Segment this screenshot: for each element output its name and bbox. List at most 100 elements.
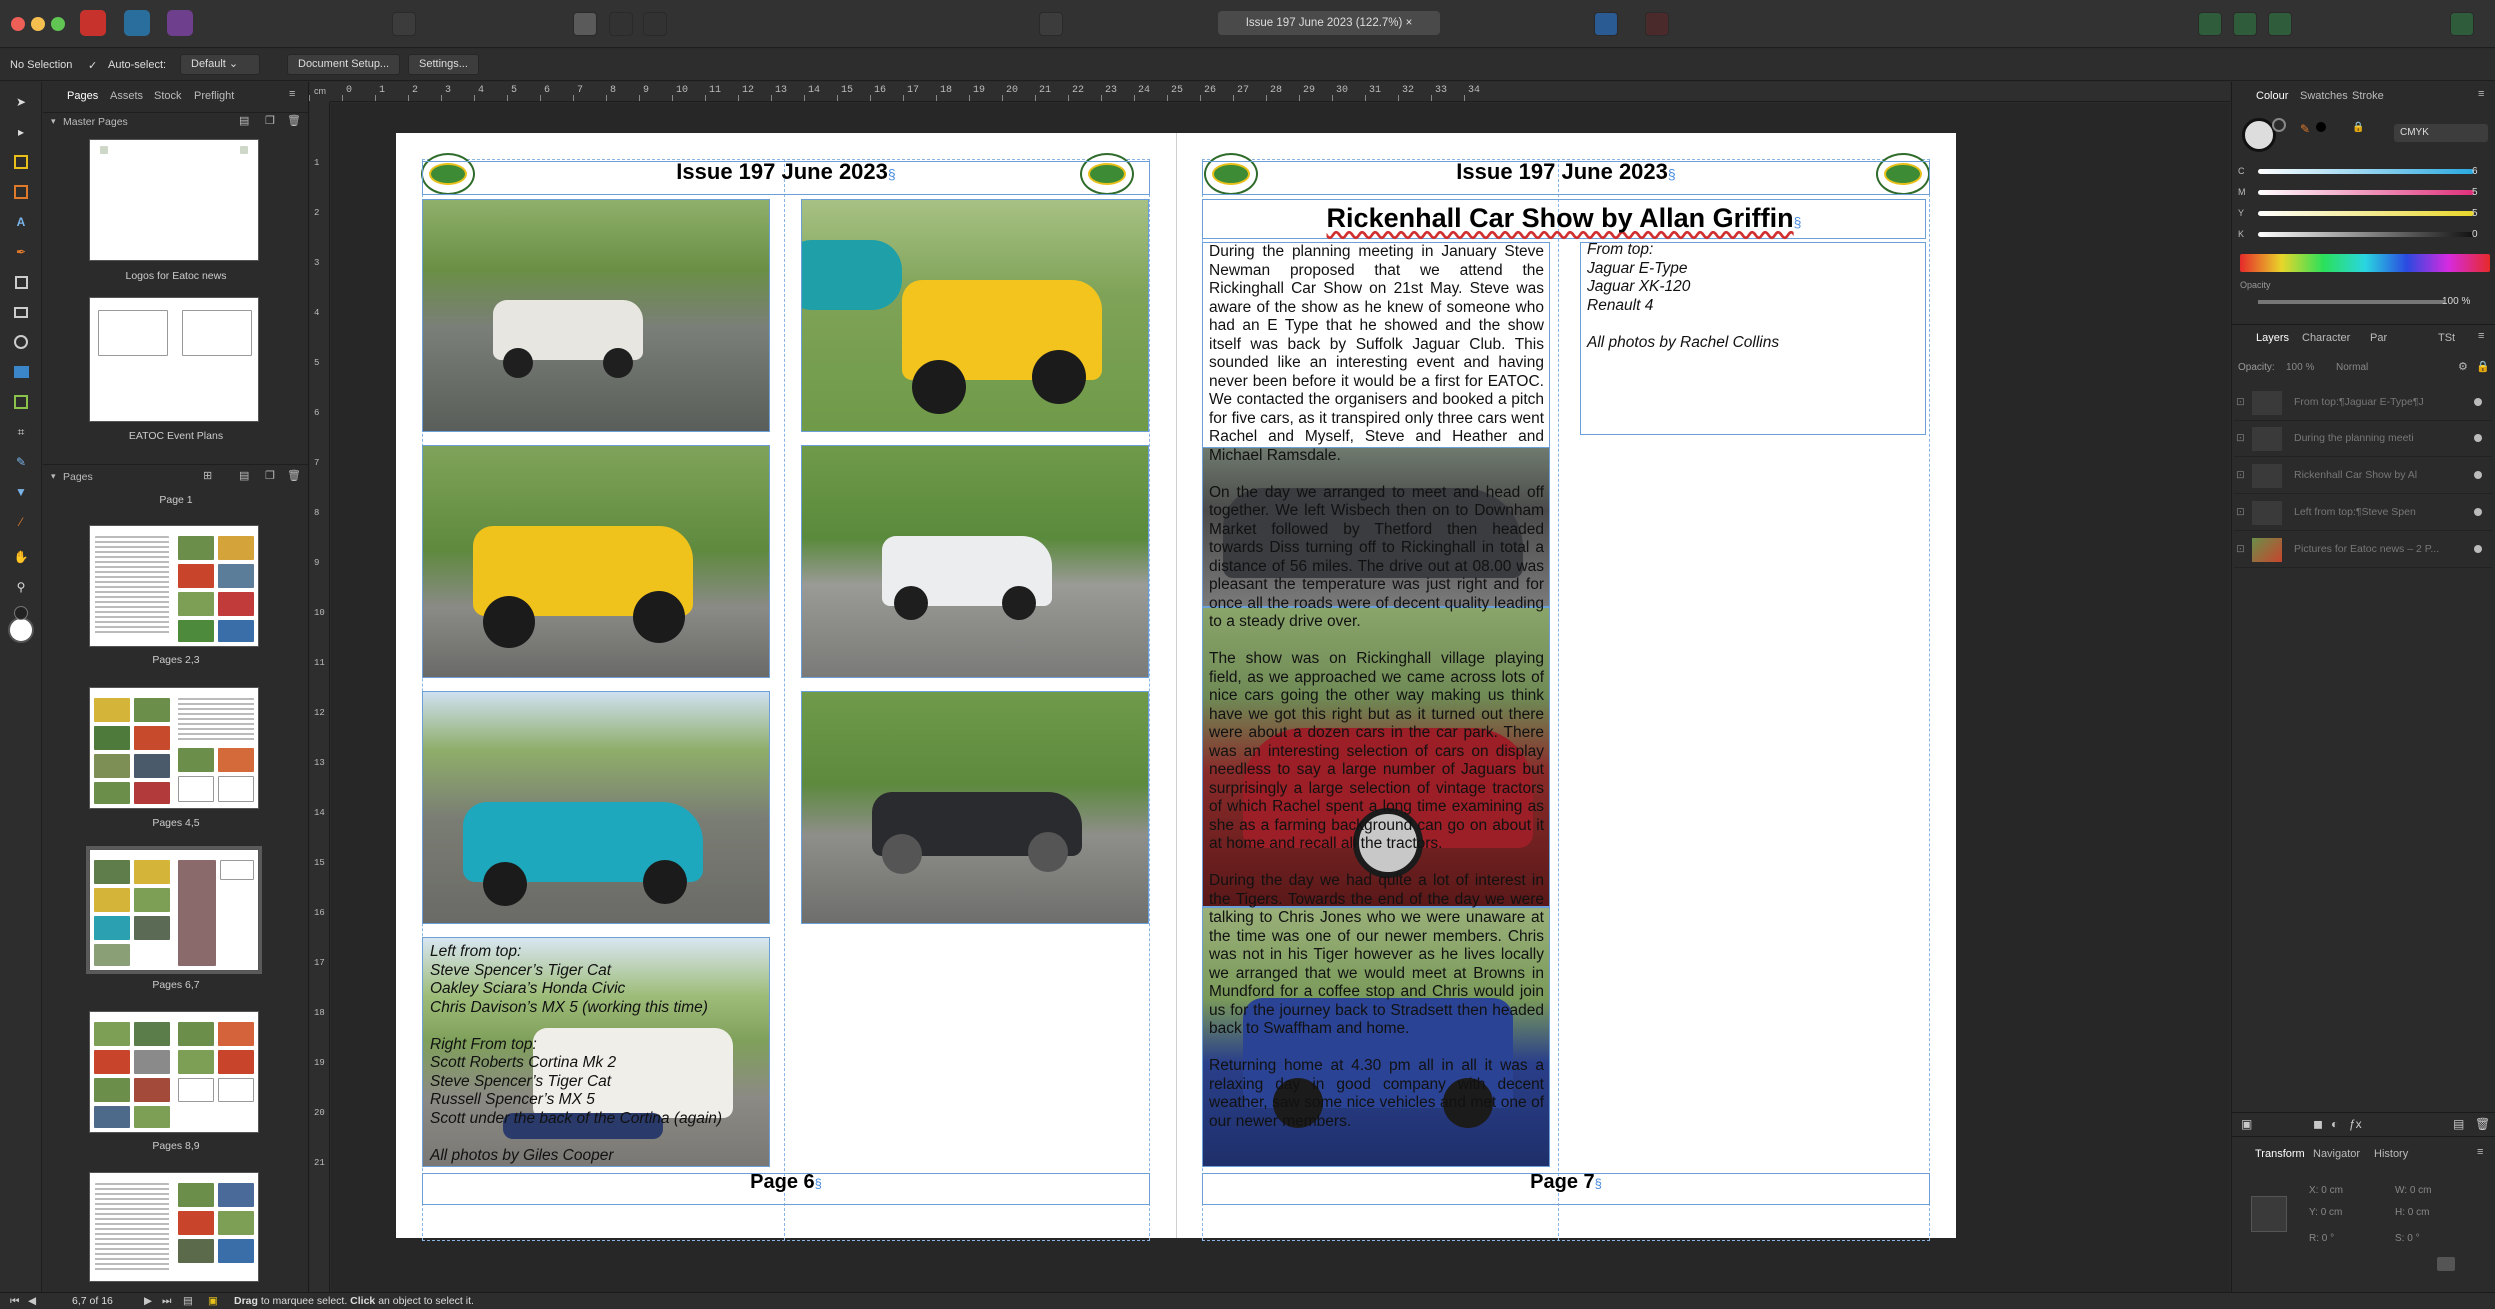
delete-page-icon[interactable]: 🗑 [287, 469, 301, 482]
colour-fill-well[interactable] [2242, 118, 2276, 152]
opacity-slider[interactable] [2258, 300, 2444, 304]
tab-colour[interactable]: Colour [2256, 90, 2288, 102]
last-page-icon[interactable]: ⏭ [162, 1295, 171, 1308]
key-value[interactable]: 0 [2472, 229, 2478, 240]
first-page-icon[interactable]: ⏮ [10, 1295, 19, 1308]
place-image-tool-icon[interactable] [11, 362, 31, 382]
layer-expand-icon[interactable]: ⊡ [2236, 432, 2245, 444]
layer-visibility-toggle[interactable] [2474, 398, 2482, 406]
colour-model-dropdown[interactable]: CMYK [2394, 124, 2488, 142]
frame-text-tool-icon[interactable] [11, 182, 31, 202]
mask-icon[interactable]: ◼ [2313, 1117, 2323, 1131]
auto-select-dropdown[interactable]: Default ⌄ [180, 54, 260, 75]
anchor-point-selector[interactable] [2251, 1196, 2287, 1232]
panel-menu-icon[interactable]: ≡ [2478, 88, 2484, 100]
photo-honda-civic[interactable] [801, 445, 1149, 678]
layer-item[interactable]: ⊡ During the planning meeti [2234, 421, 2492, 457]
arrange-forward-icon[interactable] [1910, 12, 1934, 36]
arrange-front-icon[interactable] [1945, 12, 1969, 36]
picture-frame-tool-icon[interactable] [11, 302, 31, 322]
lock-icon[interactable]: 🔒 [2352, 122, 2364, 133]
layer-expand-icon[interactable]: ⊡ [2236, 469, 2245, 481]
layer-expand-icon[interactable]: ⊡ [2236, 543, 2245, 555]
artistic-text-tool-icon[interactable]: A [11, 212, 31, 232]
photo-tiger-cat[interactable] [801, 199, 1149, 432]
boolean-add-icon[interactable] [2198, 12, 2222, 36]
table-tool-icon[interactable] [11, 152, 31, 172]
layer-settings-gear-icon[interactable]: ⚙ [2458, 360, 2468, 373]
disclosure-icon[interactable]: ▾ [51, 116, 56, 127]
view-mode-clip-icon[interactable] [643, 12, 667, 36]
transform-width-field[interactable]: W: 0 cm [2395, 1185, 2432, 1196]
fill-tool-icon[interactable]: ✎ [11, 452, 31, 472]
scale-with-object-toggle[interactable] [2437, 1257, 2455, 1271]
add-master-icon[interactable]: ▤ [239, 114, 249, 127]
magenta-slider[interactable] [2258, 190, 2474, 195]
tab-assets[interactable]: Assets [110, 90, 143, 102]
layer-visibility-toggle[interactable] [2474, 545, 2482, 553]
opacity-value[interactable]: 100 % [2442, 296, 2470, 307]
spread-thumbnail-2-3[interactable] [89, 525, 259, 647]
tab-pages[interactable]: Pages [67, 90, 98, 102]
grid-icon[interactable] [2150, 12, 2174, 36]
pen-tool-icon[interactable]: ✒ [11, 242, 31, 262]
layer-visibility-toggle[interactable] [2474, 434, 2482, 442]
page-counter[interactable]: 6,7 of 16 [72, 1295, 113, 1307]
preflight-status-icon[interactable]: ▣ [208, 1295, 218, 1307]
spread-6-7[interactable]: Issue 197 June 2023§ Issue 197 June 2023… [396, 133, 1956, 1241]
insert-icon[interactable] [2115, 12, 2139, 36]
layer-expand-icon[interactable]: ⊡ [2236, 506, 2245, 518]
horizontal-ruler[interactable]: -101234567891011121314151617181920212223… [309, 82, 2230, 102]
layer-item[interactable]: ⊡ Left from top:¶Steve Spen [2234, 495, 2492, 531]
layer-item[interactable]: ⊡ From top:¶Jaguar E-Type¶J [2234, 385, 2492, 421]
tab-text-styles[interactable]: TSt [2438, 332, 2455, 344]
view-mode-normal-icon[interactable] [573, 12, 597, 36]
disclosure-icon[interactable]: ▾ [51, 471, 56, 482]
photo-mx5-blue[interactable] [422, 691, 770, 924]
move-tool-icon[interactable]: ➤ [11, 92, 31, 112]
add-page-icon[interactable]: ▤ [239, 469, 249, 482]
blend-mode-dropdown[interactable]: Normal [2336, 362, 2368, 373]
delete-master-icon[interactable]: 🗑 [287, 114, 301, 127]
colour-stroke-well[interactable] [2272, 118, 2286, 132]
tab-transform[interactable]: Transform [2255, 1148, 2305, 1160]
panel-menu-icon[interactable]: ≡ [2477, 1146, 2483, 1158]
colour-spectrum[interactable] [2240, 254, 2490, 272]
add-layer-icon[interactable]: ▤ [2453, 1117, 2464, 1131]
layer-item[interactable]: ⊡ Pictures for Eatoc news – 2 P... [2234, 532, 2492, 568]
tab-preflight[interactable]: Preflight [194, 90, 234, 102]
yellow-value[interactable]: 5 [2472, 208, 2478, 219]
tab-close-icon[interactable]: × [1406, 17, 1413, 29]
layers-opacity-value[interactable]: 100 % [2286, 362, 2314, 373]
photo-cortina[interactable] [422, 199, 770, 432]
yellow-slider[interactable] [2258, 211, 2474, 216]
page-view-icon[interactable]: ▤ [183, 1295, 193, 1307]
layer-expand-icon[interactable]: ⊡ [2236, 396, 2245, 408]
maximize-window-button[interactable] [51, 17, 65, 31]
panel-menu-icon[interactable]: ≡ [2478, 330, 2484, 342]
arrange-backward-icon[interactable] [1875, 12, 1899, 36]
spread-thumbnail-6-7[interactable] [86, 846, 262, 974]
master-thumbnail-logos[interactable] [89, 139, 259, 261]
pin-icon[interactable] [824, 12, 848, 36]
boolean-subtract-icon[interactable] [2233, 12, 2257, 36]
cyan-value[interactable]: 6 [2472, 166, 2478, 177]
magenta-value[interactable]: 5 [2472, 187, 2478, 198]
layer-visibility-toggle[interactable] [2474, 508, 2482, 516]
fx-icon[interactable]: ƒx [2349, 1117, 2362, 1131]
view-mode-bleed-icon[interactable] [609, 12, 633, 36]
rectangle-tool-icon[interactable] [11, 272, 31, 292]
ellipse-frame-tool-icon[interactable] [11, 332, 31, 352]
photo-persona-icon[interactable] [167, 10, 193, 36]
spread-thumbnail-4-5[interactable] [89, 687, 259, 809]
key-slider[interactable] [2258, 232, 2474, 237]
anchor-icon[interactable] [857, 12, 881, 36]
color-picker-tool-icon[interactable]: ⁄ [11, 512, 31, 532]
layer-lock-icon[interactable]: 🔒 [2476, 360, 2490, 373]
auto-select-checkbox[interactable]: ✓ [88, 59, 97, 72]
arrange-back-icon[interactable] [1840, 12, 1864, 36]
insert-pages-icon[interactable]: ⊞ [203, 469, 212, 482]
account-avatar-icon[interactable] [2450, 12, 2474, 36]
document-title-tab[interactable]: Issue 197 June 2023 (122.7%) × [1218, 11, 1440, 35]
preflight-icon[interactable] [1645, 12, 1669, 36]
